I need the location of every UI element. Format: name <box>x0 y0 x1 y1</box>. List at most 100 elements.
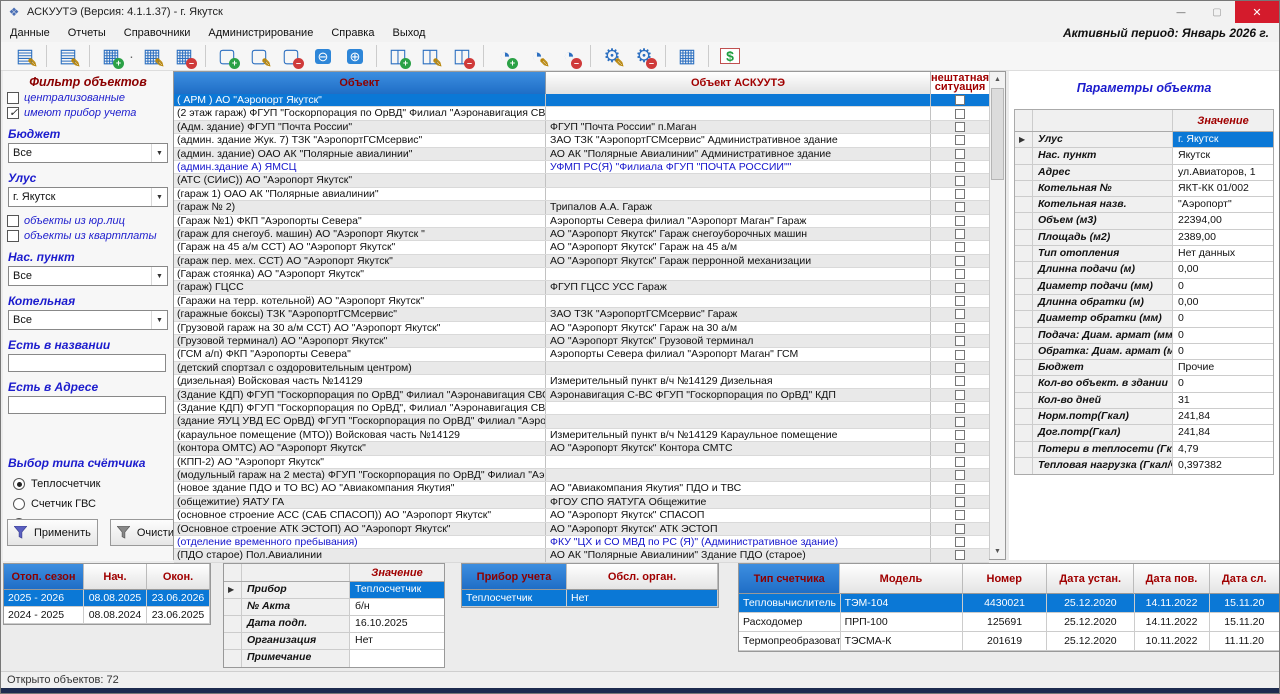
close-button[interactable] <box>1235 1 1279 23</box>
table-row[interactable]: (отделение временного пребывания) ФКУ "Ц… <box>174 536 989 549</box>
table-row[interactable]: (2 этаж гараж) ФГУП "Госкорпорация по Ор… <box>174 107 989 120</box>
param-row[interactable]: Длинна подачи (м) 0,00 <box>1015 262 1273 278</box>
menu-item[interactable]: Данные <box>1 25 59 41</box>
checkbox-icon[interactable] <box>7 107 19 119</box>
boiler-select[interactable]: Все <box>8 310 168 330</box>
counter-type-header[interactable]: Тип счетчика <box>739 564 840 594</box>
device-param-value[interactable]: б/н <box>350 599 444 615</box>
season-column-header[interactable]: Отоп. сезон <box>4 564 84 590</box>
address-search-input[interactable] <box>8 396 166 414</box>
meter-edit-icon[interactable]: ◔ <box>522 43 552 69</box>
param-value[interactable]: 0 <box>1173 376 1273 391</box>
service-org-header[interactable]: Обсл. орган. <box>567 564 718 590</box>
param-row[interactable]: Котельная назв. "Аэропорт" <box>1015 197 1273 213</box>
filter-checkbox-row[interactable]: объекты из квартплаты <box>7 230 169 242</box>
chevron-down-icon[interactable] <box>151 311 167 329</box>
param-row[interactable]: Длинна обратки (м) 0,00 <box>1015 295 1273 311</box>
emergency-checkbox[interactable] <box>955 550 965 560</box>
param-value[interactable]: 22394,00 <box>1173 213 1273 228</box>
emergency-checkbox[interactable] <box>955 484 965 494</box>
param-value[interactable]: "Аэропорт" <box>1173 197 1273 212</box>
checkbox-icon[interactable] <box>7 215 19 227</box>
menu-item[interactable]: Отчеты <box>59 25 115 41</box>
table-row[interactable]: (Гараж №1) ФКП "Аэропорты Севера" Аэропо… <box>174 215 989 228</box>
device-column-header[interactable]: Прибор учета <box>462 564 567 590</box>
param-row[interactable]: Кол-во объект. в здании 0 <box>1015 376 1273 392</box>
device-param-row[interactable]: Организация Нет <box>224 633 444 650</box>
param-row[interactable]: Тип отопления Нет данных <box>1015 246 1273 262</box>
counter-type-radio[interactable]: Счетчик ГВС <box>13 498 163 510</box>
table-row[interactable]: (гаражные боксы) ТЗК "АэропортГСМсервис"… <box>174 308 989 321</box>
number-header[interactable]: Номер <box>963 564 1048 594</box>
table-row[interactable]: (Здание КДП) ФГУП "Госкорпорация по ОрВД… <box>174 402 989 415</box>
dropdown-dot-icon[interactable] <box>128 43 135 69</box>
checkbox-icon[interactable] <box>7 230 19 242</box>
param-value[interactable]: 0 <box>1173 344 1273 359</box>
table-row[interactable]: (модульный гараж на 2 места) ФГУП "Госко… <box>174 469 989 482</box>
param-row[interactable]: Бюджет Прочие <box>1015 360 1273 376</box>
emergency-checkbox[interactable] <box>955 202 965 212</box>
node-delete-icon[interactable]: ◫ <box>447 43 477 69</box>
param-row[interactable]: Нас. пункт Якутск <box>1015 148 1273 164</box>
season-row[interactable]: 2025 - 2026 08.08.2025 23.06.2026 <box>4 590 210 607</box>
toolbar-icon[interactable] <box>479 43 488 69</box>
emergency-checkbox[interactable] <box>955 109 965 119</box>
emergency-checkbox[interactable] <box>955 269 965 279</box>
table-row[interactable]: (Здание КДП) ФГУП "Госкорпорация по ОрВД… <box>174 389 989 402</box>
table-row[interactable]: (караульное помещение (МТО)) Войсковая ч… <box>174 429 989 442</box>
param-value[interactable]: Нет данных <box>1173 246 1273 261</box>
menu-item[interactable]: Справка <box>322 25 383 41</box>
emergency-checkbox[interactable] <box>955 323 965 333</box>
menu-item[interactable]: Выход <box>383 25 434 41</box>
param-value[interactable]: 4,79 <box>1173 442 1273 457</box>
tools-delete-icon[interactable]: ⚙ <box>629 43 659 69</box>
budget-select[interactable]: Все <box>8 143 168 163</box>
counter-type-radio[interactable]: Теплосчетчик <box>13 478 163 490</box>
table-row[interactable]: (детский спортзал с оздоровительным цент… <box>174 362 989 375</box>
toolbar-icon[interactable] <box>372 43 381 69</box>
counter-row[interactable]: Термопреобразователь ТЭСМА-К 201619 25.1… <box>739 632 1280 651</box>
radio-icon[interactable] <box>13 478 25 490</box>
toolbar-icon[interactable] <box>704 43 713 69</box>
table-row[interactable]: (гараж пер. мех. ССТ) АО "Аэропорт Якутс… <box>174 255 989 268</box>
toolbar-icon[interactable] <box>661 43 670 69</box>
emergency-checkbox[interactable] <box>955 216 965 226</box>
table-row[interactable]: (админ. здание Жук. 7) ТЗК "АэропортГСМс… <box>174 134 989 147</box>
param-value[interactable]: 2389,00 <box>1173 230 1273 245</box>
table-row[interactable]: (ПДО старое) Пол.Авиалинии АО АК "Полярн… <box>174 549 989 562</box>
table-row[interactable]: (дизельная) Войсковая часть №14129 Измер… <box>174 375 989 388</box>
settlement-select[interactable]: Все <box>8 266 168 286</box>
device-param-value[interactable]: Теплосчетчик <box>350 582 444 598</box>
emergency-checkbox[interactable] <box>955 497 965 507</box>
device-param-row[interactable]: Прибор Теплосчетчик <box>224 582 444 599</box>
meter-add-icon[interactable]: ◔ <box>490 43 520 69</box>
param-value[interactable]: 0,397382 <box>1173 458 1273 474</box>
column-header-object[interactable]: Объект <box>174 72 546 94</box>
param-row[interactable]: Адрес ул.Авиаторов, 1 <box>1015 165 1273 181</box>
name-search-input[interactable] <box>8 354 166 372</box>
node-edit-icon[interactable]: ◫ <box>415 43 445 69</box>
menu-item[interactable]: Администрирование <box>199 25 322 41</box>
report-edit-icon[interactable]: ▤ <box>53 43 83 69</box>
emergency-checkbox[interactable] <box>955 403 965 413</box>
minimize-button[interactable] <box>1163 1 1199 23</box>
param-value[interactable]: ЯКТ-КК 01/002 <box>1173 181 1273 196</box>
param-row[interactable]: Тепловая нагрузка (Гкал/ч) 0,397382 <box>1015 458 1273 474</box>
param-row[interactable]: Улус г. Якутск <box>1015 132 1273 148</box>
emergency-checkbox[interactable] <box>955 149 965 159</box>
param-value[interactable]: 0,00 <box>1173 262 1273 277</box>
season-end-header[interactable]: Окон. <box>147 564 210 590</box>
emergency-checkbox[interactable] <box>955 283 965 293</box>
param-value[interactable]: 241,84 <box>1173 425 1273 440</box>
table-row[interactable]: (Грузовой гараж на 30 а/м ССТ) АО "Аэроп… <box>174 322 989 335</box>
table-row[interactable]: (общежитие) ЯАТУ ГА ФГОУ СПО ЯАТУГА Обще… <box>174 496 989 509</box>
param-value[interactable]: 241,84 <box>1173 409 1273 424</box>
param-row[interactable]: Дог.потр(Гкал) 241,84 <box>1015 425 1273 441</box>
emergency-checkbox[interactable] <box>955 430 965 440</box>
chevron-down-icon[interactable] <box>151 188 167 206</box>
season-row[interactable]: 2024 - 2025 08.08.2024 23.06.2025 <box>4 607 210 624</box>
emergency-checkbox[interactable] <box>955 417 965 427</box>
param-row[interactable]: Норм.потр(Гкал) 241,84 <box>1015 409 1273 425</box>
emergency-checkbox[interactable] <box>955 524 965 534</box>
object-delete-icon[interactable]: ▢ <box>276 43 306 69</box>
